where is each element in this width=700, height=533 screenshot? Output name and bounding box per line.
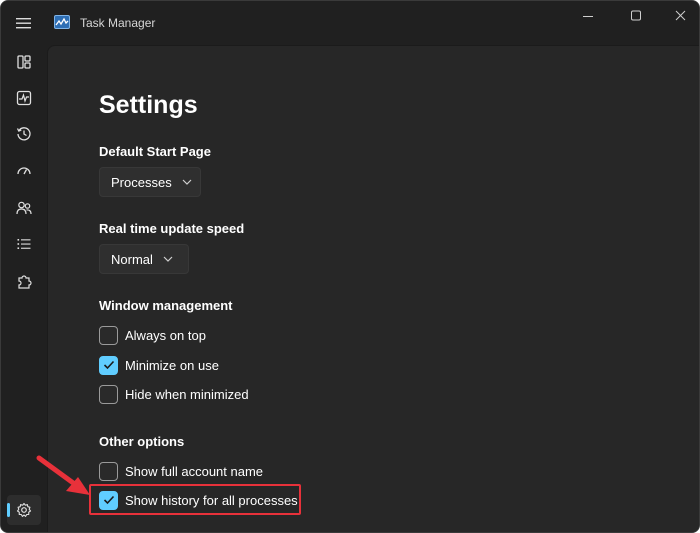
hide-when-minimized-label: Hide when minimized (125, 386, 249, 402)
update-speed-dropdown[interactable]: Normal (99, 244, 189, 274)
history-icon (16, 127, 31, 141)
puzzle-icon (18, 275, 32, 289)
nav-settings[interactable] (7, 495, 41, 525)
hamburger-menu-icon[interactable] (13, 13, 35, 33)
speedometer-icon (17, 167, 31, 175)
title-bar: Task Manager (1, 1, 699, 45)
default-start-page-value: Processes (111, 174, 172, 190)
task-manager-icon (54, 15, 70, 29)
show-full-account-name-option[interactable]: Show full account name (99, 461, 263, 481)
window-title: Task Manager (80, 16, 156, 30)
hide-when-minimized-option[interactable]: Hide when minimized (99, 384, 249, 404)
red-arrow-icon (36, 455, 90, 495)
gear-icon (16, 502, 32, 517)
page-title: Settings (99, 91, 198, 119)
hide-when-minimized-checkbox[interactable] (99, 384, 118, 404)
task-manager-window: Task Manager Settings Default Start Page… (0, 0, 700, 533)
minimize-on-use-option[interactable]: Minimize on use (99, 355, 219, 375)
highlight-annotation-box (89, 484, 301, 515)
nav-services[interactable] (7, 267, 41, 297)
window-management-label: Window management (99, 298, 233, 313)
nav-processes[interactable] (7, 47, 41, 77)
chevron-down-icon (163, 256, 173, 262)
update-speed-value: Normal (111, 251, 153, 267)
always-on-top-option[interactable]: Always on top (99, 325, 206, 345)
minimize-icon[interactable] (573, 7, 603, 25)
maximize-icon[interactable] (621, 7, 651, 25)
minimize-on-use-checkbox[interactable] (99, 355, 118, 375)
nav-app-history[interactable] (7, 119, 41, 149)
nav-startup-apps[interactable] (7, 156, 41, 186)
users-icon (16, 201, 32, 215)
chevron-down-icon (182, 179, 192, 185)
default-start-page-dropdown[interactable]: Processes (99, 167, 201, 197)
close-icon[interactable] (666, 7, 696, 25)
other-options-label: Other options (99, 434, 185, 449)
update-speed-label: Real time update speed (99, 221, 245, 236)
nav-details[interactable] (7, 229, 41, 259)
minimize-on-use-label: Minimize on use (125, 357, 219, 373)
always-on-top-checkbox[interactable] (99, 325, 118, 345)
nav-performance[interactable] (7, 83, 41, 113)
list-icon (17, 239, 31, 249)
always-on-top-label: Always on top (125, 327, 206, 343)
selected-indicator (7, 503, 10, 517)
checkmark-icon (103, 360, 114, 370)
settings-page: Settings Default Start Page Processes Re… (47, 45, 699, 532)
default-start-page-label: Default Start Page (99, 144, 211, 159)
nav-users[interactable] (7, 193, 41, 223)
processes-icon (17, 55, 31, 69)
show-full-account-name-checkbox[interactable] (99, 461, 118, 481)
performance-icon (16, 90, 32, 106)
show-full-account-name-label: Show full account name (125, 463, 264, 479)
